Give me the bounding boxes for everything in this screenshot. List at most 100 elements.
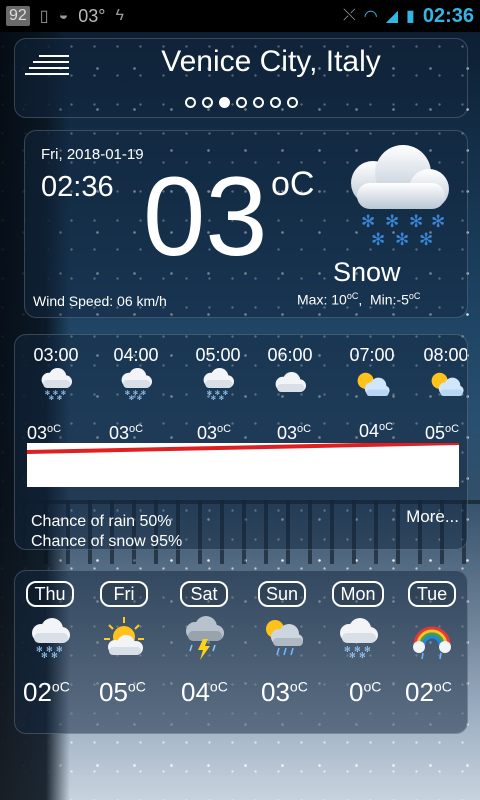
hourly-item: 06:00 — [259, 345, 321, 400]
current-time: 02:36 — [41, 171, 114, 203]
svg-text:✻: ✻ — [51, 651, 58, 660]
thunder-storm-icon — [181, 615, 227, 661]
city-title[interactable]: Venice City, Italy — [85, 45, 457, 79]
svg-text:✻: ✻ — [219, 394, 224, 400]
snow-cloud-icon: ✻ ✻ ✻ ✻ ✻ — [335, 615, 381, 661]
hourly-temp-value: 03 — [197, 423, 218, 443]
svg-text:✻: ✻ — [359, 651, 366, 660]
day-label[interactable]: Thu — [26, 581, 74, 607]
page-dot[interactable] — [252, 97, 264, 108]
hourly-temp: 03oC — [277, 423, 311, 444]
daily-temp: 0oC — [349, 677, 381, 708]
daily-item[interactable]: Fri — [89, 581, 159, 661]
status-bar: 92 ▯ ◒ 03° ϟ ⤬ ◠ ◢ ▮ 02:36 — [0, 0, 480, 32]
svg-text:✻: ✻ — [395, 230, 409, 250]
daily-temp-value: 0 — [349, 677, 364, 707]
hourly-time: 04:00 — [113, 345, 159, 365]
svg-text:✻: ✻ — [361, 212, 375, 232]
status-clock: 02:36 — [422, 4, 474, 27]
hourly-item: 08:00 — [415, 345, 468, 400]
current-temperature-unit: oC — [271, 165, 315, 203]
hourly-temp-value: 03 — [109, 423, 130, 443]
partly-sunny-icon — [352, 368, 392, 400]
hourly-temp: 03oC — [27, 423, 61, 444]
chance-of-snow: Chance of snow 95% — [31, 533, 183, 550]
page-dot[interactable] — [235, 97, 247, 108]
daily-temp: 03oC — [261, 677, 308, 708]
temperature-graph-line — [27, 443, 459, 454]
daily-item[interactable]: Sun — [247, 581, 317, 661]
daily-temp-value: 04 — [181, 677, 210, 707]
daily-temp-unit: oC — [127, 678, 146, 695]
hourly-temp-value: 05 — [425, 423, 446, 443]
svg-text:✻: ✻ — [49, 394, 54, 400]
hourly-time: 07:00 — [349, 345, 395, 365]
daily-temp: 05oC — [99, 677, 146, 708]
svg-text:✻: ✻ — [409, 212, 423, 232]
daily-item[interactable]: Mon ✻ ✻ ✻ ✻ ✻ — [323, 581, 393, 661]
daily-item[interactable]: Tue — [397, 581, 467, 661]
page-dot[interactable] — [269, 97, 281, 108]
hourly-temp-unit: oC — [379, 421, 394, 433]
hourly-temp-unit: oC — [445, 423, 460, 435]
daily-item[interactable]: Thu ✻ ✻ ✻ ✻ ✻ — [15, 581, 85, 661]
daily-temp-unit: oC — [363, 678, 382, 695]
rainbow-cloud-icon — [409, 615, 455, 661]
daily-temp: 02oC — [405, 677, 452, 708]
daily-temp-value: 05 — [99, 677, 128, 707]
day-label[interactable]: Sun — [257, 581, 307, 607]
more-link[interactable]: More... — [406, 507, 459, 527]
hourly-item: 05:00 ✻ ✻ ✻ ✻ ✻ — [187, 345, 249, 400]
chance-of-rain: Chance of rain 50% — [31, 513, 172, 530]
min-temp: Min:-5 — [370, 291, 409, 308]
current-condition: Snow — [333, 257, 401, 287]
hourly-time: 08:00 — [423, 345, 468, 365]
hourly-temp: 03oC — [197, 423, 231, 444]
svg-text:✻: ✻ — [431, 212, 445, 232]
battery-level-badge: 92 — [6, 6, 30, 26]
current-weather-panel[interactable]: Fri, 2018-01-19 02:36 03 oC ✻ ✻ ✻ ✻ ✻ ✻ ✻ Sno… — [24, 130, 468, 318]
daily-temp-unit: oC — [433, 678, 452, 695]
max-temp: Max: 10 — [297, 291, 347, 308]
page-dot[interactable] — [218, 97, 230, 108]
svg-text:✻: ✻ — [385, 212, 399, 232]
snow-cloud-icon: ✻ ✻ ✻ ✻ ✻ — [27, 615, 73, 661]
hourly-time: 03:00 — [33, 345, 79, 365]
daily-temp: 02oC — [23, 677, 70, 708]
svg-text:✻: ✻ — [211, 394, 216, 400]
wifi-icon: ◠ — [363, 8, 378, 25]
menu-icon[interactable] — [25, 55, 69, 75]
page-dot[interactable] — [286, 97, 298, 108]
signal-icon: ◢ — [385, 8, 399, 25]
day-label[interactable]: Mon — [332, 581, 384, 607]
hourly-temp-unit: oC — [47, 423, 62, 435]
page-dot[interactable] — [184, 97, 196, 108]
hourly-temp: 04oC — [359, 421, 393, 442]
day-label[interactable]: Fri — [100, 581, 148, 607]
daily-forecast-panel: Thu ✻ ✻ ✻ ✻ ✻ 02oC Fri 05oC Sat 04oC Sun 03oC Mon… — [14, 570, 468, 734]
page-dot[interactable] — [201, 97, 213, 108]
hourly-forecast-panel[interactable]: Chance of rain 50% Chance of snow 95% Mo… — [14, 334, 468, 550]
hourly-item: 03:00 ✻ ✻ ✻ ✻ ✻ — [25, 345, 87, 400]
svg-text:✻: ✻ — [371, 230, 385, 250]
daily-temp: 04oC — [181, 677, 228, 708]
status-temp: 03° — [78, 5, 106, 26]
hourly-temp-value: 03 — [27, 423, 48, 443]
hourly-temp-value: 03 — [277, 423, 298, 443]
day-label[interactable]: Tue — [408, 581, 456, 607]
daily-item[interactable]: Sat — [169, 581, 239, 661]
max-temp-unit: oC — [346, 291, 359, 301]
phone-icon: ▯ — [39, 8, 49, 25]
hourly-item: 07:00 — [341, 345, 403, 400]
svg-text:✻: ✻ — [57, 394, 62, 400]
sun-rain-icon — [259, 615, 305, 661]
day-label[interactable]: Sat — [180, 581, 228, 607]
snow-cloud-icon: ✻ ✻ ✻ ✻ ✻ ✻ ✻ — [337, 139, 455, 257]
svg-text:✻: ✻ — [137, 394, 142, 400]
svg-text:✻: ✻ — [41, 651, 48, 660]
android-icon: ◒ — [58, 7, 69, 24]
daily-temp-value: 03 — [261, 677, 290, 707]
wind-speed: Wind Speed: 06 km/h — [33, 293, 167, 309]
max-min-temps: Max: 10oC, Min:-5oC — [297, 291, 421, 308]
snow-cloud-icon: ✻ ✻ ✻ ✻ ✻ — [198, 368, 238, 400]
